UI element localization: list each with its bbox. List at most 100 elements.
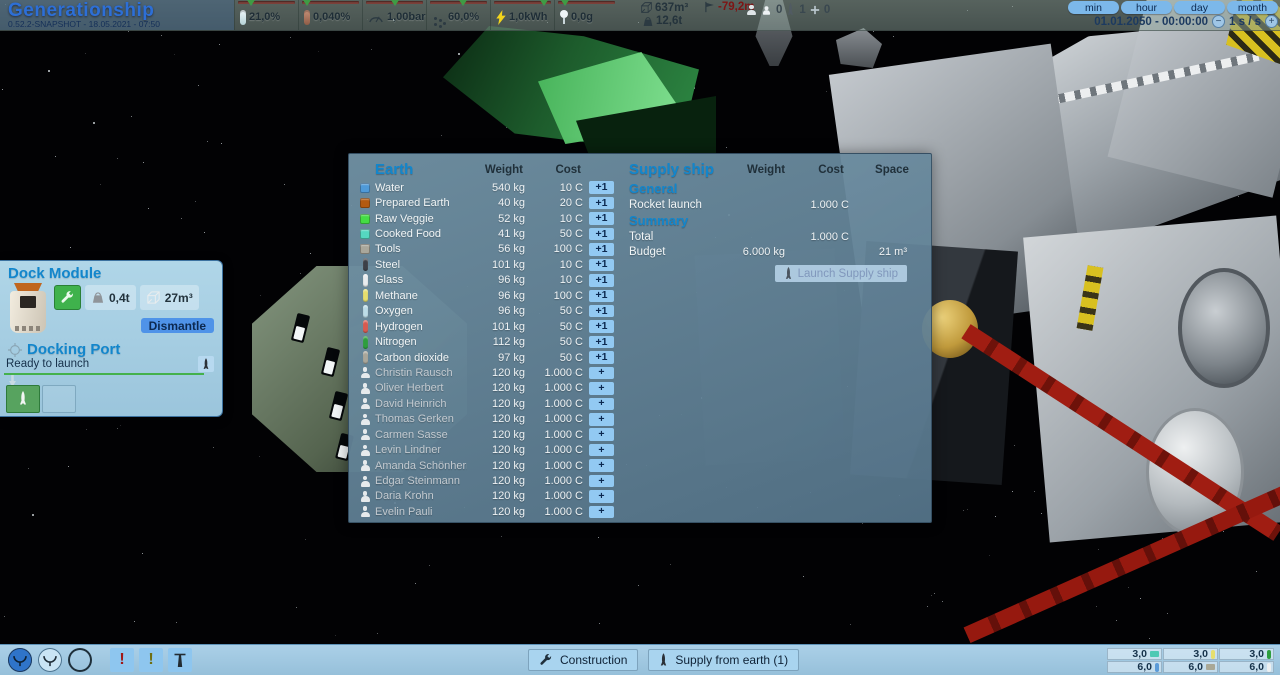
add-item-button[interactable]: + (589, 475, 614, 488)
colonist-icon (746, 5, 757, 16)
ship-header: Supply ship Weight Cost Space (629, 159, 921, 180)
resource-name: David Heinrich (375, 398, 467, 410)
speed-increase-button[interactable]: + (1265, 15, 1278, 28)
rate-indicator: 6,0 (1219, 661, 1274, 673)
add-item-button[interactable]: + (589, 459, 614, 472)
total-label: Total (629, 231, 733, 243)
target-icon (8, 343, 22, 357)
app-title: Generationship (8, 1, 226, 20)
resource-weight: 120 kg (469, 460, 529, 472)
resource-weight: 540 kg (469, 182, 529, 194)
add-item-button[interactable]: + (589, 367, 614, 380)
resource-name: Edgar Steinmann (375, 475, 467, 487)
ship-title: Supply ship (629, 161, 733, 178)
add-item-button[interactable]: + (589, 490, 614, 503)
time-scale-button[interactable]: hour (1121, 1, 1172, 14)
col-weight: Weight (733, 164, 799, 176)
resource-cost: 100 C (531, 290, 587, 302)
resource-name: Raw Veggie (375, 213, 467, 225)
resource-icon (360, 214, 370, 224)
empty-dock-slot[interactable] (42, 385, 76, 413)
dish-view-button[interactable] (38, 648, 62, 672)
add-item-button[interactable]: + (589, 428, 614, 441)
col-cost: Cost (799, 164, 863, 176)
top-bar: Generationship 0.52.2-SNAPSHOT - 18.05.2… (0, 0, 1280, 31)
dismantle-button[interactable]: Dismantle (141, 318, 214, 333)
app-logo: Generationship 0.52.2-SNAPSHOT - 18.05.2… (0, 0, 234, 30)
add-item-button[interactable]: +1 (589, 351, 614, 364)
resource-name: Evelin Pauli (375, 506, 467, 518)
gauge-gravity: 0,0g (554, 0, 618, 30)
mast-button[interactable] (168, 648, 192, 672)
resource-name: Tools (375, 243, 467, 255)
add-item-button[interactable]: + (589, 398, 614, 411)
game-datetime: 01.01.2050 - 00:00:00 (1094, 16, 1208, 28)
dish-view-button-active[interactable] (8, 648, 32, 672)
rate-resource-icon (1206, 664, 1215, 670)
construction-button[interactable]: Construction (528, 649, 638, 671)
time-scale-button[interactable]: day (1174, 1, 1225, 14)
resource-cost: 10 C (531, 259, 587, 271)
add-item-button[interactable]: +1 (589, 259, 614, 272)
add-item-button[interactable]: +1 (589, 320, 614, 333)
add-item-button[interactable]: +1 (589, 197, 614, 210)
rocket-icon (18, 391, 28, 407)
add-item-button[interactable]: +1 (589, 290, 614, 303)
supply-window: Earth Weight Cost Water 540 kg 10 C +1 (348, 153, 932, 523)
resource-icon (363, 320, 368, 333)
add-item-button[interactable]: +1 (589, 212, 614, 225)
resource-name: Oxygen (375, 305, 467, 317)
rate-value: 6,0 (1137, 661, 1152, 673)
gauge-value: 21,0% (249, 11, 280, 23)
supply-item-row: Steel 101 kg 10 C +1 (357, 257, 615, 272)
add-item-button[interactable]: + (589, 413, 614, 426)
circle-view-button[interactable] (68, 648, 92, 672)
add-item-button[interactable]: +1 (589, 305, 614, 318)
resource-cost: 1.000 C (531, 475, 587, 487)
add-item-button[interactable]: + (589, 382, 614, 395)
add-item-button[interactable]: +1 (589, 181, 614, 194)
resource-cost: 50 C (531, 228, 587, 240)
resource-weight: 52 kg (469, 213, 529, 225)
cube-frame-icon (640, 1, 653, 14)
rate-resource-icon (1267, 650, 1271, 659)
resource-cost: 20 C (531, 197, 587, 209)
resource-icon (360, 476, 371, 487)
resource-cost: 1.000 C (531, 413, 587, 425)
rocket-launch-label: Rocket launch (629, 199, 733, 211)
time-scale-button[interactable]: min (1068, 1, 1119, 14)
resource-name: Glass (375, 274, 467, 286)
repair-wrench-button[interactable] (54, 285, 81, 310)
supply-item-row: Raw Veggie 52 kg 10 C +1 (357, 211, 615, 226)
app-version: 0.52.2-SNAPSHOT - 18.05.2021 - 07:50 (8, 20, 226, 29)
add-item-button[interactable]: +1 (589, 228, 614, 241)
add-item-button[interactable]: +1 (589, 243, 614, 256)
docked-supply-ship-slot[interactable] (6, 385, 40, 413)
antenna-module (836, 28, 882, 68)
supply-from-earth-label: Supply from earth (1) (675, 653, 788, 667)
production-rates: 3,0 3,0 3,0 6,0 (1107, 648, 1274, 673)
add-item-button[interactable]: +1 (589, 336, 614, 349)
speed-decrease-button[interactable]: − (1212, 15, 1225, 28)
rocket-icon (202, 358, 210, 371)
add-item-button[interactable]: + (589, 506, 614, 519)
supply-item-row: David Heinrich 120 kg 1.000 C + (357, 396, 615, 411)
red-alert-button[interactable]: ! (110, 648, 134, 672)
rate-resource-icon (1155, 663, 1159, 672)
yellow-alert-button[interactable]: ! (139, 648, 163, 672)
station-stats: 637m³ -79,2m 12,6t 0 1 0 (628, 0, 878, 30)
resource-weight: 112 kg (469, 336, 529, 348)
earth-item-list: Water 540 kg 10 C +1 Prepared Earth 40 k… (357, 180, 615, 520)
rocket-count: 1 (799, 4, 805, 16)
launch-supply-ship-button[interactable]: Launch Supply ship (775, 265, 907, 282)
rate-indicator: 3,0 (1163, 648, 1218, 660)
launch-progress-bar (4, 373, 204, 375)
supply-from-earth-button[interactable]: Supply from earth (1) (648, 649, 799, 671)
port-rocket-button[interactable] (198, 356, 214, 372)
resource-name: Methane (375, 290, 467, 302)
resource-weight: 120 kg (469, 429, 529, 441)
add-item-button[interactable]: + (589, 444, 614, 457)
resource-weight: 120 kg (469, 413, 529, 425)
add-item-button[interactable]: +1 (589, 274, 614, 287)
time-scale-button[interactable]: month (1227, 1, 1278, 14)
